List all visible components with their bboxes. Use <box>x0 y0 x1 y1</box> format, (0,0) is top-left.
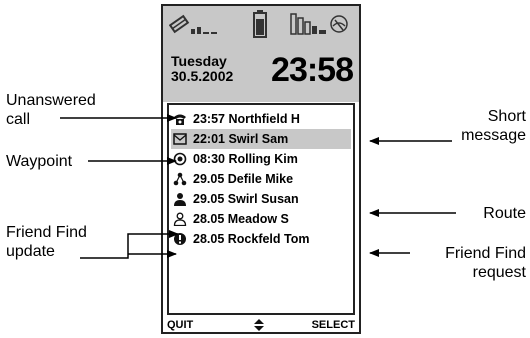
callout-friend-find-request: Friend Find request <box>445 244 526 282</box>
quit-softkey[interactable]: QUIT <box>167 318 193 332</box>
callout-text: Friend Find <box>6 224 87 241</box>
list-item[interactable]: 22:01 Swirl Sam <box>171 129 351 149</box>
clock-display: 23:58 <box>271 51 354 89</box>
list-item-text: 08:30 Rolling Kim <box>193 152 298 166</box>
phone-icon <box>174 114 186 125</box>
softkey-bar: QUIT SELECT <box>167 318 355 332</box>
select-softkey[interactable]: SELECT <box>312 318 355 332</box>
waypoint-icon <box>173 152 187 166</box>
envelope-icon <box>173 133 187 145</box>
person-outline-icon <box>173 212 187 226</box>
list-item-text: 28.05 Meadow S <box>193 212 289 226</box>
date-label: 30.5.2002 <box>171 68 234 84</box>
callout-waypoint: Waypoint <box>6 153 73 170</box>
callout-text: call <box>6 111 31 128</box>
friend-request-icon <box>174 233 186 245</box>
callout-text: Friend Find <box>445 245 526 262</box>
list-item-text: 29.05 Swirl Susan <box>193 192 299 206</box>
person-filled-icon <box>174 193 186 206</box>
date-display: Tuesday 30.5.2002 <box>171 54 233 84</box>
list-item[interactable]: 08:30 Rolling Kim <box>171 149 351 169</box>
callout-text: request <box>472 264 526 281</box>
list-item-text: 22:01 Swirl Sam <box>193 132 289 146</box>
callout-text: Unanswered <box>6 92 96 109</box>
list-item-text: 28.05 Rockfeld Tom <box>193 232 310 246</box>
phone-screen: Tuesday 30.5.2002 23:58 23:57 Northfield… <box>161 4 361 334</box>
day-label: Tuesday <box>171 53 227 69</box>
up-down-arrows-icon[interactable] <box>253 319 265 331</box>
callout-text: message <box>461 127 526 144</box>
list-item[interactable]: 29.05 Defile Mike <box>171 169 351 189</box>
callout-text: Short <box>487 108 526 125</box>
status-bar <box>163 6 359 46</box>
callout-text: update <box>6 243 55 260</box>
callout-unanswered-call: Unanswered call <box>6 91 96 129</box>
signal-strength-icon <box>169 14 217 34</box>
list-item[interactable]: 29.05 Swirl Susan <box>171 189 351 209</box>
battery-icon <box>253 10 267 38</box>
callout-short-message: Short message <box>461 107 526 145</box>
callout-route: Route <box>483 205 526 222</box>
list-item[interactable]: 28.05 Rockfeld Tom <box>171 229 351 249</box>
list-item-text: 29.05 Defile Mike <box>193 172 294 186</box>
network-tower-icon <box>290 13 348 35</box>
list-item[interactable]: 23:57 Northfield H <box>171 109 351 129</box>
callout-friend-find-update: Friend Find update <box>6 223 87 261</box>
list-item[interactable]: 28.05 Meadow S <box>171 209 351 229</box>
route-icon <box>173 172 187 186</box>
status-area: Tuesday 30.5.2002 23:58 <box>163 6 359 102</box>
event-list: 23:57 Northfield H 22:01 Swirl Sam 08:30… <box>167 103 355 315</box>
list-item-text: 23:57 Northfield H <box>193 112 300 126</box>
